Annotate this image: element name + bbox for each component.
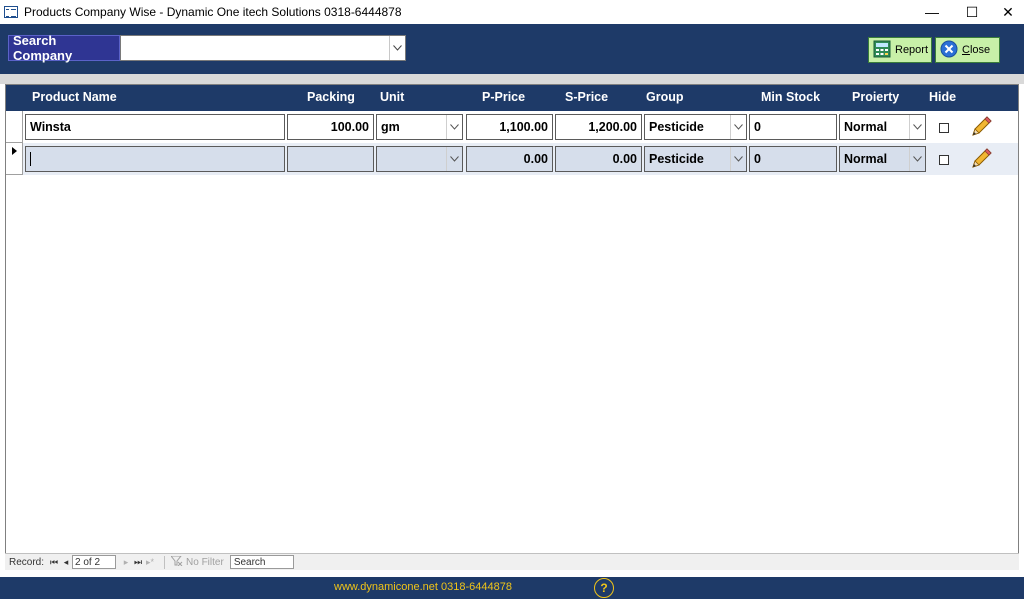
min-stock-field[interactable]: 0 [749,114,837,140]
priority-combo[interactable]: Normal [839,114,926,140]
previous-record-icon[interactable]: ◂ [60,555,72,569]
chevron-down-icon[interactable] [909,115,925,139]
chevron-down-icon[interactable] [730,115,746,139]
s-price-field[interactable]: 1,200.00 [555,114,642,140]
chevron-down-icon[interactable] [389,36,405,60]
header-band: Search Company Report Close [0,24,1024,74]
record-search-input[interactable]: Search [229,555,294,569]
table-row: Winsta 100.00 gm 1,100.00 1,200.00 Pesti… [6,111,1018,143]
packing-field[interactable]: 100.00 [287,114,374,140]
p-price-field[interactable]: 1,100.00 [466,114,553,140]
priority-combo[interactable]: Normal [839,146,926,172]
pencil-icon[interactable] [968,114,994,140]
footer-band: www.dynamicone.net 0318-6444878 ? [0,577,1024,599]
form-app-icon [4,6,18,18]
priority-value: Normal [844,120,888,134]
col-s-price: S-Price [565,90,609,104]
maximize-button[interactable]: ☐ [954,0,990,24]
unit-combo[interactable] [376,146,463,172]
text-caret [30,152,31,166]
chevron-down-icon[interactable] [446,147,462,171]
footer-website-text[interactable]: www.dynamicone.net 0318-6444878 [334,581,512,593]
unit-combo[interactable]: gm [376,114,463,140]
group-value: Pesticide [649,152,704,166]
col-unit: Unit [380,90,405,104]
col-min-stock: Min Stock [761,90,821,104]
new-record-icon[interactable]: ▸* [144,555,156,569]
pencil-icon[interactable] [968,146,994,172]
col-priority: Proierty [852,90,900,104]
search-company-label: Search Company [8,33,120,63]
record-label: Record: [9,556,45,568]
row-selector[interactable] [6,111,23,143]
filter-funnel-icon [169,555,183,569]
group-combo[interactable]: Pesticide [644,114,747,140]
unit-value: gm [381,120,400,134]
packing-field[interactable] [287,146,374,172]
group-value: Pesticide [649,120,704,134]
close-circle-icon [940,40,958,61]
current-record-icon [12,147,17,155]
chevron-down-icon[interactable] [730,147,746,171]
next-record-icon[interactable]: ▸ [120,555,132,569]
col-packing: Packing [307,90,355,104]
product-name-field[interactable] [25,146,285,172]
col-product-name: Product Name [32,90,117,104]
chevron-down-icon[interactable] [446,115,462,139]
row-selector[interactable] [6,143,23,175]
window-titlebar: Products Company Wise - Dynamic One itec… [0,0,1024,24]
min-stock-field[interactable]: 0 [749,146,837,172]
group-combo[interactable]: Pesticide [644,146,747,172]
minimize-button[interactable]: — [914,0,950,24]
products-grid: Product Name Packing Unit P-Price S-Pric… [5,84,1019,570]
col-hide: Hide [929,90,957,104]
priority-value: Normal [844,152,888,166]
window-title: Products Company Wise - Dynamic One itec… [24,5,402,19]
record-position-input[interactable]: 2 of 2 [72,555,117,569]
col-p-price: P-Price [482,90,526,104]
search-company-combo[interactable] [120,35,406,61]
product-name-field[interactable]: Winsta [25,114,285,140]
p-price-field[interactable]: 0.00 [466,146,553,172]
s-price-field[interactable]: 0.00 [555,146,642,172]
close-button-hotkey: C [962,44,970,56]
table-row: 0.00 0.00 Pesticide 0 Normal [6,143,1018,175]
report-button-label: Report [895,44,929,56]
report-button[interactable]: Report [868,37,932,63]
window-close-button[interactable]: ✕ [990,0,1024,24]
filter-indicator[interactable]: No Filter [164,555,224,569]
calculator-icon [873,40,891,61]
help-icon[interactable]: ? [594,578,614,598]
record-navigation-bar: Record: ⏮ ◂ 2 of 2 ▸ ⏭ ▸* No Filter Sear… [5,553,1019,570]
close-button-label-rest: lose [969,44,991,56]
grid-header: Product Name Packing Unit P-Price S-Pric… [6,85,1018,111]
hide-checkbox[interactable] [939,155,949,165]
last-record-icon[interactable]: ⏭ [132,555,144,569]
chevron-down-icon[interactable] [909,147,925,171]
first-record-icon[interactable]: ⏮ [48,555,60,569]
hide-checkbox[interactable] [939,123,949,133]
no-filter-label: No Filter [186,556,224,568]
header-separator [0,74,1024,84]
close-button[interactable]: Close [935,37,1000,63]
col-group: Group [646,90,684,104]
